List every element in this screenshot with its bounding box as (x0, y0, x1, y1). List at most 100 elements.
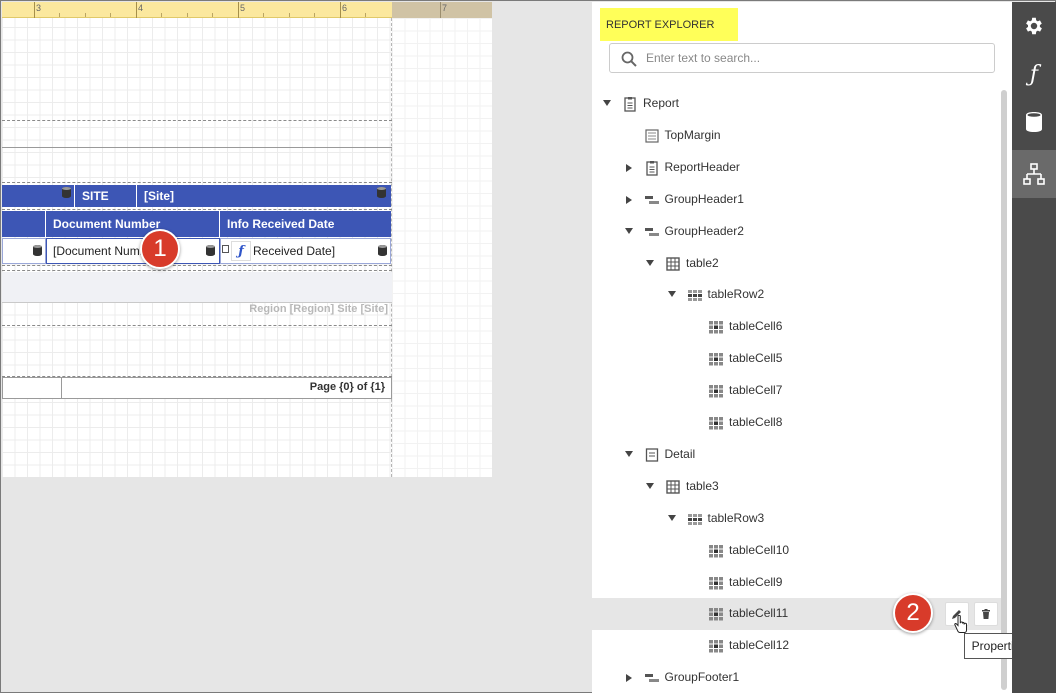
database-icon (206, 245, 215, 256)
resize-handle-icon[interactable] (222, 245, 229, 253)
search-input[interactable] (646, 50, 976, 66)
search-box[interactable] (609, 43, 995, 73)
report-explorer-tab-button[interactable] (1012, 150, 1056, 198)
table-icon (666, 256, 680, 271)
tree-node-detail[interactable]: Detail (592, 439, 1002, 471)
collapse-arrow-icon[interactable] (624, 450, 633, 457)
tree-node-label: TopMargin (664, 127, 721, 142)
tree-node-label: GroupHeader2 (664, 223, 744, 238)
page-footer-bar[interactable]: Page {0} of {1} (2, 377, 392, 399)
site-label: SITE (82, 189, 109, 203)
function-icon[interactable]: ƒ (231, 241, 251, 261)
column-header-document-number[interactable]: Document Number (46, 211, 220, 237)
tree-node-label: GroupFooter1 (664, 670, 740, 685)
tree-node-groupheader1[interactable]: GroupHeader1 (592, 184, 1002, 216)
database-icon (62, 187, 71, 198)
explorer-title: REPORT EXPLORER (600, 8, 738, 41)
report-explorer-icon (1023, 163, 1045, 185)
tree-node-groupheader2[interactable]: GroupHeader2 (592, 216, 1002, 248)
band-separator (2, 265, 392, 266)
table-row-icon (687, 290, 702, 302)
tree-node-tablecell6[interactable]: tableCell6 (592, 311, 1002, 343)
ruler-tick-label: 3 (36, 3, 42, 13)
group-header-cell-empty[interactable] (2, 185, 75, 207)
group-footer-band (2, 272, 392, 302)
delete-button[interactable] (974, 602, 998, 627)
group-header-cell-site-label[interactable]: SITE (75, 185, 137, 207)
trash-icon (982, 609, 990, 620)
collapse-arrow-icon[interactable] (667, 291, 676, 298)
tree-node-tablecell12[interactable]: tableCell12 (592, 630, 1002, 662)
page-info-text: Page {0} of {1} (309, 381, 385, 393)
right-toolbar: ƒ (1012, 2, 1056, 693)
band-icon (644, 129, 659, 143)
tree-node-topmargin[interactable]: TopMargin (592, 120, 1002, 152)
column-header-label: Document Number (53, 217, 161, 231)
collapse-arrow-icon[interactable] (646, 259, 654, 266)
properties-tab-button[interactable] (1012, 2, 1056, 50)
expand-arrow-icon[interactable] (625, 195, 632, 204)
report-explorer-panel: REPORT EXPLORER Report TopMargin ReportHea… (592, 2, 1012, 693)
group-band-icon (644, 195, 659, 204)
expand-arrow-icon[interactable] (625, 674, 632, 683)
ruler-outside-area: 7 (392, 2, 492, 18)
expressions-tab-button[interactable]: ƒ (1012, 50, 1056, 98)
tree-node-table2[interactable]: table2 (592, 248, 1002, 280)
outside-page-area (392, 18, 492, 477)
field-list-tab-button[interactable] (1012, 98, 1056, 146)
column-header-cell-empty[interactable] (2, 211, 46, 237)
app-window: 3 4 5 6 7 SITE [Site] Document Number In… (0, 0, 1056, 693)
band-separator (2, 120, 392, 121)
tree-node-label: tableCell11 (729, 606, 789, 621)
tree-node-tablecell11[interactable]: tableCell11 (592, 598, 1002, 634)
tree-node-label: tableCell7 (729, 383, 783, 398)
expand-arrow-icon[interactable] (625, 163, 632, 172)
tree-node-label: ReportHeader (664, 159, 740, 174)
table-cell-icon (709, 576, 723, 589)
tree-node-table3[interactable]: table3 (592, 471, 1002, 503)
report-icon (624, 97, 636, 112)
tree-node-label: tableCell8 (729, 415, 783, 429)
tree-node-tablecell9[interactable]: tableCell9 (592, 567, 1002, 599)
design-surface[interactable]: 3 4 5 6 7 SITE [Site] Document Number In… (2, 2, 492, 477)
tree-node-tablerow2[interactable]: tableRow2 (592, 279, 1002, 311)
band-separator (2, 209, 392, 210)
detail-cell-received-date[interactable]: ƒ Received Date] (220, 238, 391, 264)
cell-expression: Received Date] (253, 244, 336, 258)
band-separator (2, 147, 392, 148)
step-badge-2: 2 (893, 593, 933, 633)
tree-node-label: Report (643, 96, 680, 110)
tree-node-reportheader[interactable]: ReportHeader (592, 152, 1002, 184)
tree-node-tablecell10[interactable]: tableCell10 (592, 535, 1002, 567)
tree-node-tablerow3[interactable]: tableRow3 (592, 503, 1002, 535)
tree-node-tablecell7[interactable]: tableCell7 (592, 375, 1002, 407)
ruler-tick-label: 5 (240, 3, 246, 13)
collapse-arrow-icon[interactable] (646, 482, 654, 489)
tree-node-tablecell5[interactable]: tableCell5 (592, 343, 1002, 375)
database-icon (378, 245, 387, 256)
tree-node-report[interactable]: Report (592, 88, 1002, 120)
table-cell-icon (709, 385, 723, 398)
database-icon (1026, 112, 1042, 132)
collapse-arrow-icon[interactable] (603, 100, 611, 106)
cell-expression: [Document Numb (53, 244, 147, 258)
tree-node-label: Detail (664, 446, 696, 461)
group-header-cell-site-field[interactable]: [Site] (137, 185, 391, 207)
tree-node-groupfooter1[interactable]: GroupFooter1 (592, 662, 1002, 693)
tree-scrollbar[interactable] (1001, 90, 1007, 690)
detail-cell-document-number[interactable]: [Document Numb (46, 238, 220, 264)
detail-cell-empty[interactable] (2, 238, 46, 264)
collapse-arrow-icon[interactable] (624, 227, 633, 234)
footer-region-site-text[interactable]: Region [Region] Site [Site] (202, 303, 388, 315)
collapse-arrow-icon[interactable] (667, 514, 676, 521)
page-footer-divider (61, 378, 62, 398)
tree-node-label: tableCell10 (729, 542, 790, 557)
column-header-info-received-date[interactable]: Info Received Date (220, 211, 391, 237)
detail-band-icon (645, 448, 658, 462)
page-right-margin-line (391, 18, 392, 477)
function-icon: ƒ (1029, 61, 1039, 87)
tree-node-label: tableRow2 (707, 287, 765, 302)
tree-node-label: tableCell5 (729, 351, 783, 366)
tree-node-tablecell8[interactable]: tableCell8 (592, 407, 1002, 439)
group-band-icon (644, 227, 659, 236)
